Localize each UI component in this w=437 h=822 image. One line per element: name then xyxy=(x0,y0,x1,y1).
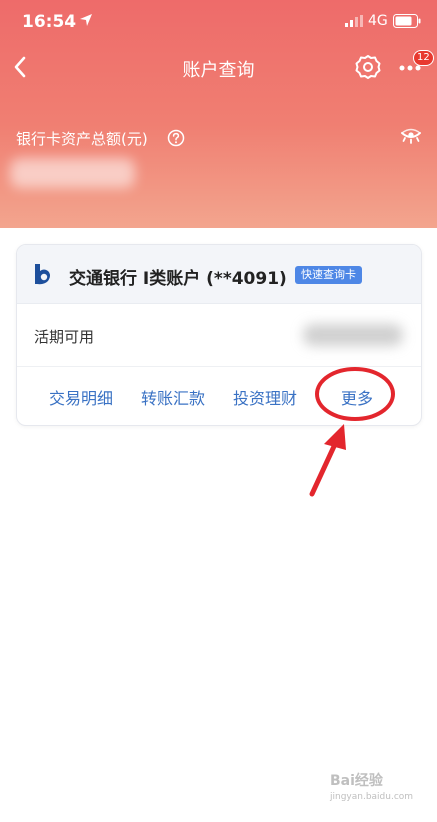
card-header: 交通银行 I类账户 (**4091) 快速查询卡 xyxy=(17,245,421,304)
header-background: 16:54 4G 账户查询 12 银行卡资产总额(元) xyxy=(0,0,437,228)
transaction-details-link[interactable]: 交易明细 xyxy=(49,385,113,409)
more-link[interactable]: 更多 xyxy=(341,385,373,409)
nav-bar: 账户查询 12 xyxy=(0,44,437,90)
gear-icon[interactable] xyxy=(355,54,381,80)
status-bar: 16:54 4G xyxy=(0,0,437,44)
question-circle-icon[interactable] xyxy=(167,129,185,147)
status-time: 16:54 xyxy=(22,12,77,32)
asset-amount-blurred xyxy=(10,158,135,188)
watermark: Bai经验 jingyan.baidu.com xyxy=(330,770,420,810)
location-arrow-icon xyxy=(80,14,92,26)
available-balance-label: 活期可用 xyxy=(34,328,95,346)
watermark-text: Bai经验 xyxy=(330,773,383,789)
asset-total-label: 银行卡资产总额(元) xyxy=(16,130,148,148)
card-actions: 交易明细 转账汇款 投资理财 更多 xyxy=(17,367,421,425)
notification-badge: 12 xyxy=(413,50,434,66)
eye-hidden-icon[interactable] xyxy=(400,128,422,144)
network-type: 4G xyxy=(368,13,388,29)
quick-query-tag: 快速查询卡 xyxy=(295,266,362,284)
balance-amount-blurred xyxy=(303,324,403,346)
bank-card[interactable]: 交通银行 I类账户 (**4091) 快速查询卡 活期可用 交易明细 转账汇款 … xyxy=(16,244,422,426)
investment-link[interactable]: 投资理财 xyxy=(233,385,297,409)
balance-row: 活期可用 xyxy=(17,304,421,367)
watermark-url: jingyan.baidu.com xyxy=(330,792,414,802)
signal-icon xyxy=(345,15,363,27)
bank-logo-icon xyxy=(35,264,50,285)
annotation-arrow xyxy=(309,424,346,497)
transfer-link[interactable]: 转账汇款 xyxy=(141,385,205,409)
battery-icon xyxy=(393,14,421,28)
bank-account-name: 交通银行 I类账户 (**4091) xyxy=(69,269,287,289)
